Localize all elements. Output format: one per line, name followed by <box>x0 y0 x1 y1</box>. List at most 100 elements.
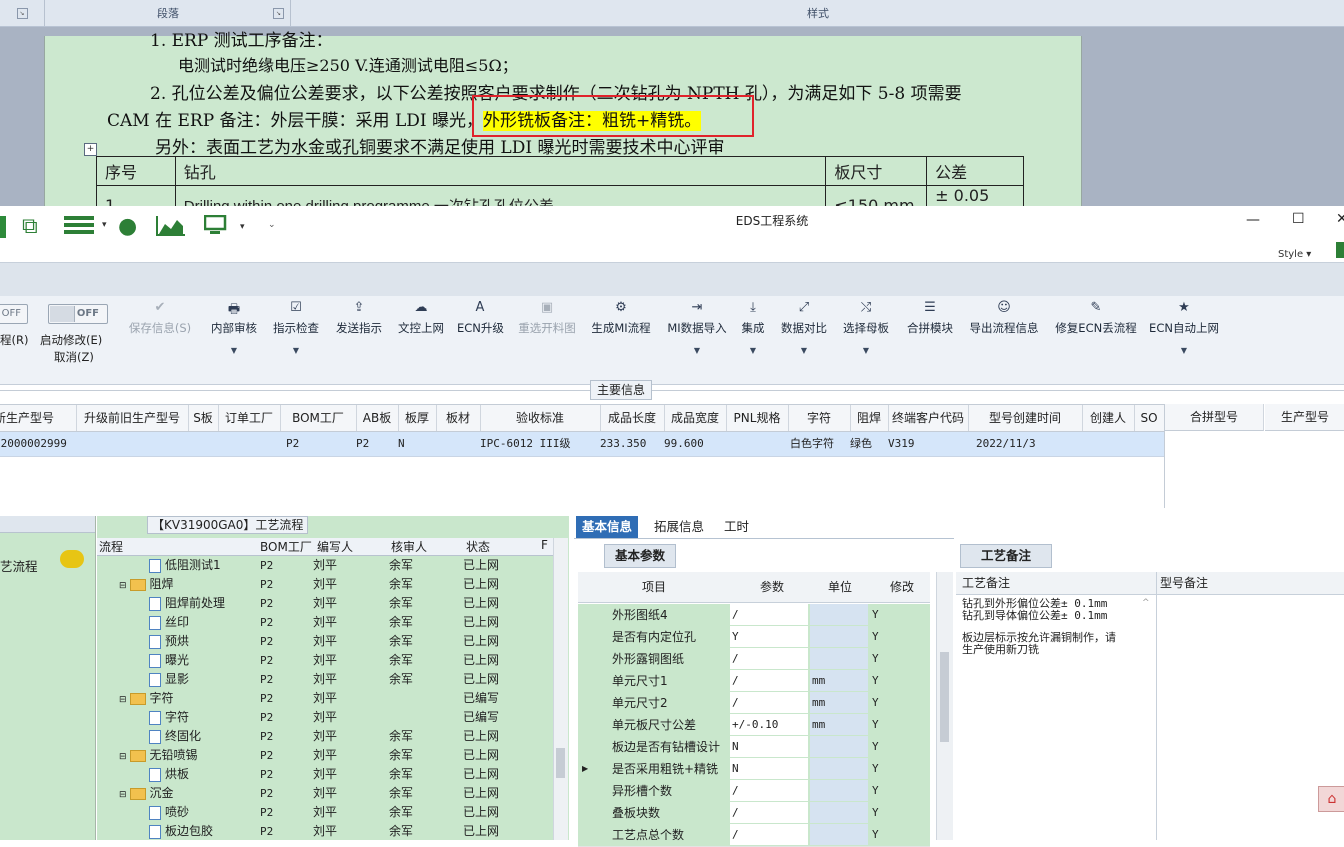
grid-cell[interactable]: P2 <box>356 432 369 456</box>
grid-cell[interactable]: 12000002999 <box>0 432 67 456</box>
grid-cell[interactable]: 绿色 <box>850 432 872 456</box>
dropdown-arrow-icon[interactable]: ▼ <box>268 346 324 355</box>
notes-col-model[interactable]: 型号备注 <box>1160 572 1208 594</box>
grid-cell[interactable]: 233.350 <box>600 432 646 456</box>
tree-row[interactable]: 显影 P2 刘平 余军 已上网 <box>97 670 553 689</box>
dropdown-arrow-icon[interactable]: ▼ <box>664 346 730 355</box>
param-row[interactable]: ▶ 是否采用粗铣+精铣 N Y <box>578 758 930 781</box>
grid-cell[interactable]: V319 <box>888 432 915 456</box>
collapse-icon[interactable]: ⊟ <box>119 752 127 762</box>
grid-col-header[interactable]: 验收标准 <box>480 405 601 431</box>
param-row[interactable]: 板边是否有钻槽设计 N Y <box>578 736 930 759</box>
ribbon-button-13[interactable]: ☺ 导出流程信息 <box>966 296 1042 336</box>
copy-icon[interactable]: ⧉ <box>22 214 48 239</box>
ribbon-button-6[interactable]: ▣ 重选开料图 <box>514 296 580 336</box>
grid-col-header[interactable]: 升级前旧生产型号 <box>76 405 189 431</box>
tree-row[interactable]: 烘板 P2 刘平 余军 已上网 <box>97 765 553 784</box>
grid-col-header[interactable]: 创建人 <box>1082 405 1135 431</box>
production-model-header[interactable]: 生产型号 <box>1265 404 1344 431</box>
area-chart-icon[interactable] <box>156 214 186 236</box>
dropdown-arrow-icon[interactable]: ▼ <box>840 346 892 355</box>
tree-row[interactable]: 终固化 P2 刘平 余军 已上网 <box>97 727 553 746</box>
tree-row[interactable]: 喷砂 P2 刘平 余军 已上网 <box>97 803 553 822</box>
grid-col-header[interactable]: 板材 <box>436 405 481 431</box>
ribbon-button-4[interactable]: ☁ 文控上网 <box>395 296 447 336</box>
tree-row[interactable]: ⊟ 阻焊 P2 刘平 余军 已上网 <box>97 575 553 594</box>
process-nav-label[interactable]: 艺流程 <box>0 556 38 575</box>
grid-col-header[interactable]: 板厚 <box>398 405 437 431</box>
tree-col-status[interactable]: 状态 <box>466 538 490 555</box>
grid-cell[interactable]: P2 <box>286 432 299 456</box>
grid-cell[interactable]: N <box>398 432 405 456</box>
tab-work-hours[interactable]: 工时 <box>718 516 755 538</box>
notes-text[interactable]: 钻孔到外形偏位公差± 0.1mm 钻孔到导体偏位公差± 0.1mm 板边层标示按… <box>962 598 1116 656</box>
tree-scrollbar[interactable] <box>553 538 568 840</box>
tree-row[interactable]: 低阻测试1 P2 刘平 余军 已上网 <box>97 556 553 575</box>
ribbon-button-10[interactable]: ⤢ 数据对比 ▼ <box>778 296 830 355</box>
table-move-handle-icon[interactable]: + <box>84 143 97 156</box>
ribbon-button-1[interactable]: 🖶 内部审核 ▼ <box>206 296 262 355</box>
ribbon-button-15[interactable]: ★ ECN自动上网 ▼ <box>1148 296 1220 355</box>
param-col-unit[interactable]: 单位 <box>828 572 852 602</box>
grid-col-header[interactable]: 终端客户代码 <box>888 405 969 431</box>
param-row[interactable]: 单元尺寸2 / mm Y <box>578 692 930 715</box>
tree-row[interactable]: 板边包胶 P2 刘平 余军 已上网 <box>97 822 553 841</box>
grid-col-header[interactable]: BOM工厂 <box>280 405 357 431</box>
notes-scroll-up-icon[interactable]: ^ <box>1142 598 1152 608</box>
tree-row[interactable]: ⊟ 无铅喷锡 P2 刘平 余军 已上网 <box>97 746 553 765</box>
list-dropdown-icon[interactable]: ▾ <box>102 220 107 230</box>
grid-col-header[interactable]: 阻焊 <box>850 405 889 431</box>
ribbon-button-7[interactable]: ⚙ 生成MI流程 <box>588 296 654 336</box>
ribbon-partial-label[interactable]: 程(R) <box>0 332 28 348</box>
param-scrollbar[interactable] <box>936 572 953 840</box>
tab-extended-info[interactable]: 拓展信息 <box>648 516 710 538</box>
collapse-icon[interactable]: ⊟ <box>119 581 127 591</box>
start-modify-button[interactable]: 启动修改(E) <box>40 332 102 348</box>
ribbon-button-0[interactable]: ✔ 保存信息(S) <box>124 296 196 336</box>
param-col-value[interactable]: 参数 <box>760 572 784 602</box>
ribbon-button-2[interactable]: ☑ 指示检查 ▼ <box>268 296 324 355</box>
ribbon-button-5[interactable]: A ECN升级 <box>457 296 504 336</box>
grid-col-header[interactable]: S板 <box>188 405 219 431</box>
param-row[interactable]: 工艺点总个数 / Y <box>578 824 930 847</box>
collapse-icon[interactable]: ⊟ <box>119 790 127 800</box>
param-row[interactable]: 外形露铜图纸 / Y <box>578 648 930 671</box>
grid-cell[interactable]: 2022/11/3 <box>976 432 1036 456</box>
ribbon-button-14[interactable]: ✎ 修复ECN丢流程 <box>1054 296 1138 336</box>
quick-access-customize-icon[interactable]: ⌄ <box>268 220 276 230</box>
tree-col-reviewer[interactable]: 核审人 <box>391 538 427 555</box>
grid-col-header[interactable]: 成品宽度 <box>664 405 727 431</box>
monitor-icon[interactable] <box>203 214 227 234</box>
dropdown-arrow-icon[interactable]: ▼ <box>738 346 768 355</box>
toggle-partial[interactable]: OFF <box>0 304 28 324</box>
tree-col-writer[interactable]: 编写人 <box>317 538 353 555</box>
param-row[interactable]: 异形槽个数 / Y <box>578 780 930 803</box>
grid-col-header[interactable]: 新生产型号 <box>0 405 77 431</box>
grid-col-header[interactable]: AB板 <box>356 405 399 431</box>
close-button[interactable]: ✕ <box>1336 211 1344 227</box>
param-col-item[interactable]: 项目 <box>642 572 666 602</box>
tree-row[interactable]: 丝印 P2 刘平 余军 已上网 <box>97 613 553 632</box>
group-launcher-icon[interactable]: ↘ <box>16 7 28 19</box>
merge-model-header[interactable]: 合拼型号 <box>1165 404 1264 431</box>
chat-bubble-icon[interactable] <box>60 550 84 568</box>
param-row[interactable]: 单元板尺寸公差 +/-0.10 mm Y <box>578 714 930 737</box>
toggle-switch[interactable]: OFF <box>48 304 108 324</box>
dropdown-arrow-icon[interactable]: ▼ <box>1148 346 1220 355</box>
grid-cell[interactable]: 白色字符 <box>790 432 834 456</box>
param-row[interactable]: 外形图纸4 / Y <box>578 604 930 627</box>
minimize-button[interactable]: — <box>1246 212 1260 228</box>
grid-col-header[interactable]: 订单工厂 <box>218 405 281 431</box>
tree-col-bom[interactable]: BOM工厂 <box>260 538 312 555</box>
home-icon[interactable]: ⌂ <box>1318 786 1344 812</box>
tree-col-process[interactable]: 流程 <box>99 538 123 555</box>
grid-col-header[interactable]: PNL规格 <box>726 405 789 431</box>
ribbon-button-9[interactable]: ⤓ 集成 ▼ <box>738 296 768 355</box>
ribbon-button-3[interactable]: ⇪ 发送指示 <box>331 296 387 336</box>
user-icon[interactable]: ● <box>118 214 137 239</box>
list-view-icon[interactable] <box>64 216 94 234</box>
param-row[interactable]: 单元尺寸1 / mm Y <box>578 670 930 693</box>
tab-basic-info[interactable]: 基本信息 <box>576 516 639 538</box>
style-selector[interactable]: Style ▾ <box>1278 249 1311 260</box>
ribbon-button-11[interactable]: ⤭ 选择母板 ▼ <box>840 296 892 355</box>
